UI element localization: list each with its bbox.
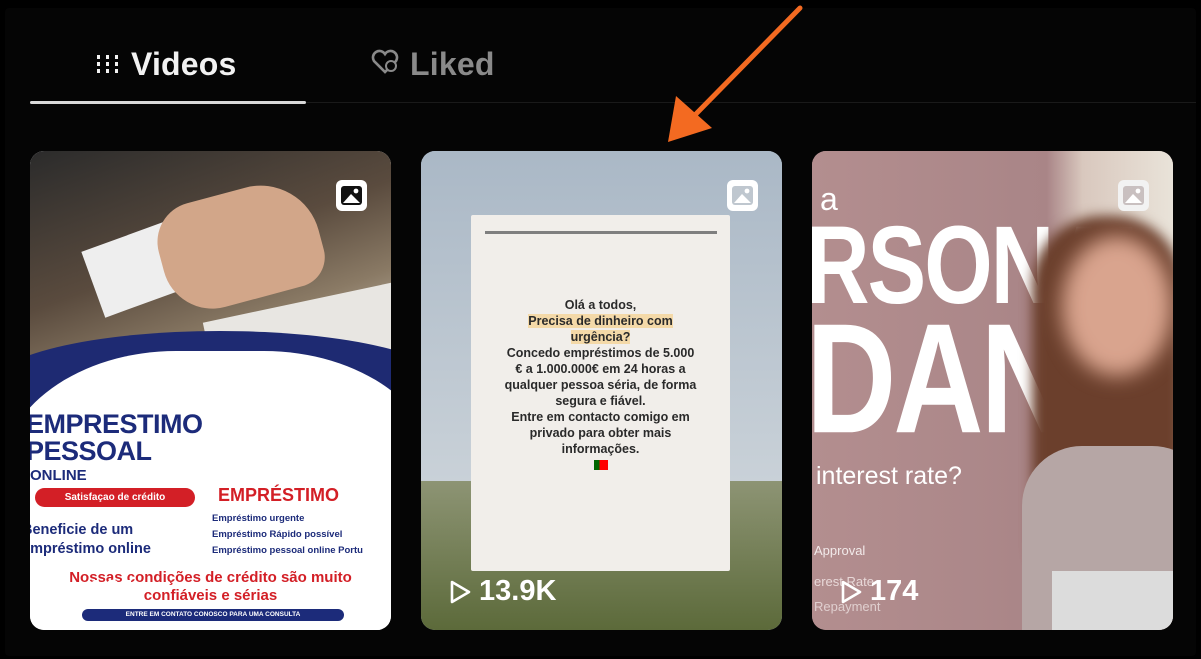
hand-with-pen	[148, 172, 332, 320]
photo-icon	[1118, 180, 1149, 211]
card1-footer: ENTRE EM CONTATO CONOSCO PARA UMA CONSUL…	[82, 609, 344, 621]
play-icon	[450, 580, 471, 603]
video-thumbnail-2[interactable]: Olá a todos, Precisa de dinheiro com urg…	[421, 151, 782, 630]
card3-headline-2: DAN	[812, 292, 1071, 466]
card3-interest: interest rate?	[816, 462, 962, 490]
photo-icon	[336, 180, 367, 211]
laptop	[1052, 571, 1173, 630]
card1-pill: Satisfaçao de crédito	[35, 488, 195, 507]
view-count: 161	[58, 575, 136, 608]
photo-icon	[727, 180, 758, 211]
card1-left-text: Beneficie de um empréstimo online	[30, 522, 151, 557]
video-thumbnail-3[interactable]: a RSONAL DAN interest rate? Approval ere…	[812, 151, 1173, 630]
view-count: 174	[840, 575, 918, 608]
portugal-flag-icon	[593, 460, 608, 470]
view-count: 13.9K	[449, 575, 556, 608]
note-text: Olá a todos, Precisa de dinheiro com urg…	[479, 297, 722, 474]
play-icon	[59, 580, 80, 603]
video-thumbnail-1[interactable]: EMPRESTIMO PESSOAL ONLINE Satisfaçao de …	[30, 151, 391, 630]
annotation-arrow-icon	[668, 5, 803, 142]
blurred-person	[1022, 216, 1173, 630]
play-icon	[841, 580, 862, 603]
card3-approval: Approval	[814, 543, 866, 558]
card1-title: EMPRESTIMO PESSOAL	[30, 409, 203, 466]
card1-list: Empréstimo urgente Empréstimo Rápido pos…	[212, 513, 363, 556]
note-rule	[485, 231, 717, 234]
card1-subtitle: ONLINE	[30, 467, 87, 484]
blurred-face	[1062, 236, 1172, 376]
note-paper: Olá a todos, Precisa de dinheiro com urg…	[471, 215, 730, 571]
card1-right-heading: EMPRÉSTIMO	[218, 485, 340, 505]
